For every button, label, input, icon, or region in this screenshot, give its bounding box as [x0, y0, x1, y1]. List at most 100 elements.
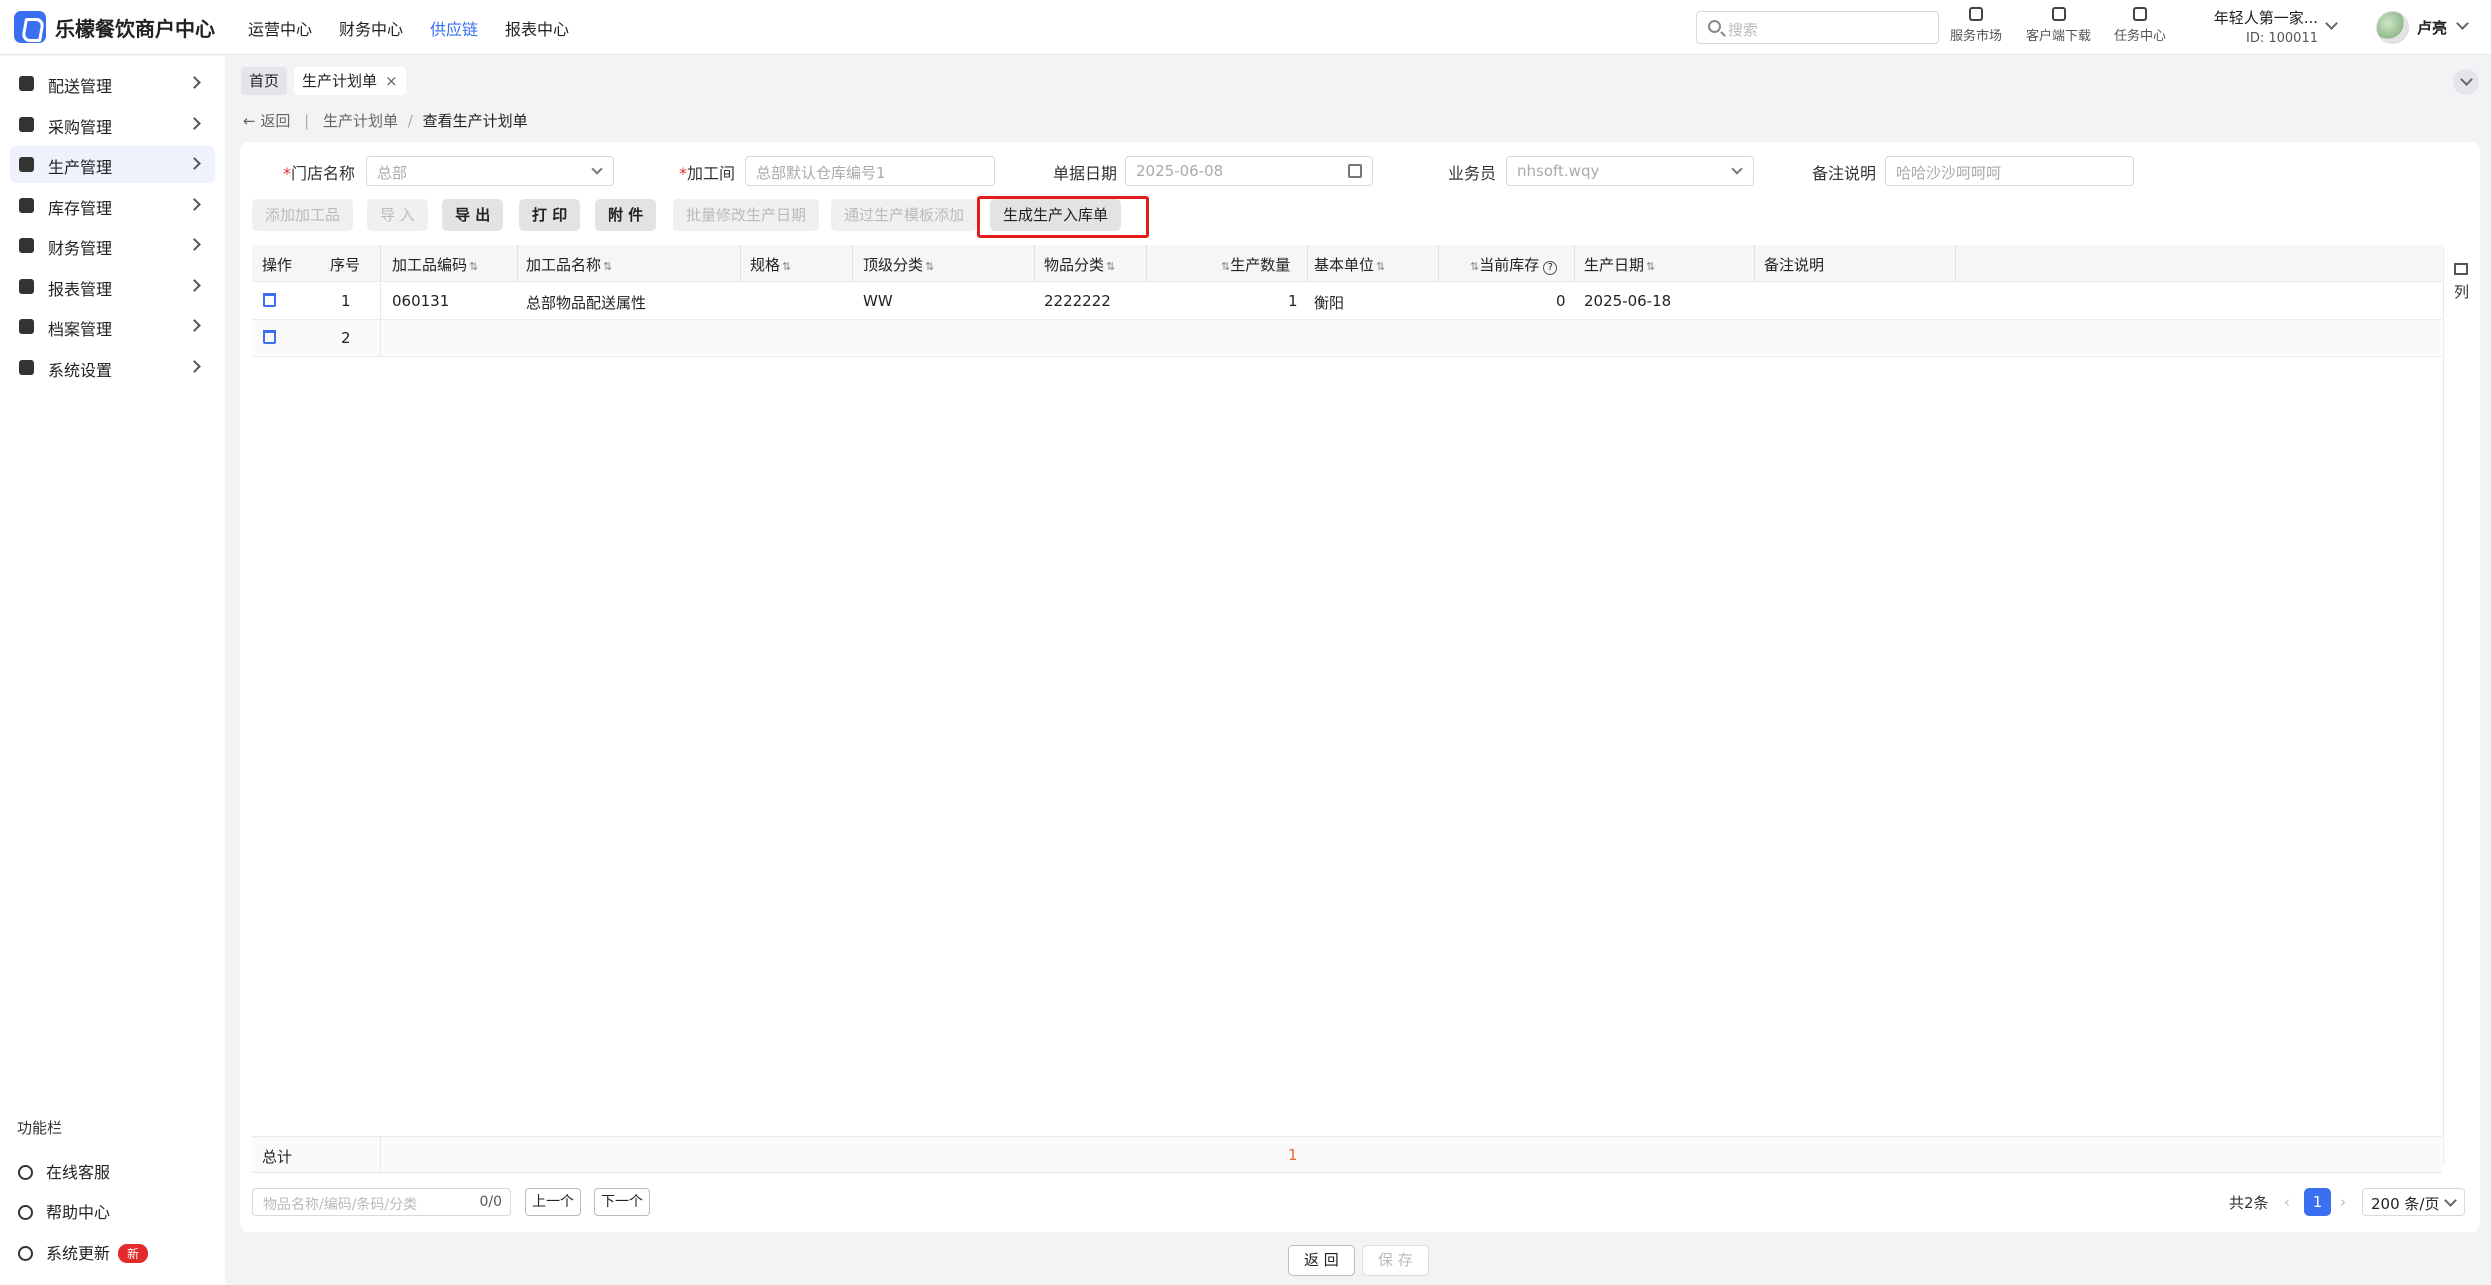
- return-button[interactable]: 返 回: [1288, 1245, 1355, 1276]
- page-size-select[interactable]: 200 条/页: [2362, 1188, 2465, 1216]
- sidebar-item-production[interactable]: 生产管理: [10, 146, 215, 183]
- col-qty[interactable]: ⇅生产数量: [1219, 254, 1290, 275]
- col-unit[interactable]: 基本单位 ⇅: [1314, 254, 1385, 275]
- function-bar-title: 功能栏: [17, 1119, 63, 1137]
- online-support-link[interactable]: 在线客服: [18, 1159, 110, 1183]
- gear-icon: [19, 360, 34, 375]
- delete-icon[interactable]: [263, 330, 276, 344]
- service-market-label: 服务市场: [1950, 29, 2003, 44]
- page-1[interactable]: 1: [2304, 1188, 2331, 1216]
- chevron-right-icon: [188, 279, 201, 292]
- remark-input[interactable]: 哈哈沙沙呵呵呵: [1885, 156, 2134, 186]
- sidebar-item-inventory[interactable]: 库存管理: [10, 187, 215, 224]
- help-center-link[interactable]: 帮助中心: [18, 1199, 110, 1223]
- back-link[interactable]: ← 返回: [243, 112, 290, 130]
- export-button[interactable]: 导 出: [442, 199, 504, 231]
- col-stock[interactable]: ⇅当前库存?: [1468, 254, 1558, 275]
- client-download-button[interactable]: 客户端下载: [2026, 7, 2091, 44]
- col-name[interactable]: 加工品名称 ⇅: [526, 254, 612, 275]
- tab-home[interactable]: 首页: [241, 67, 288, 95]
- tab-label: 生产计划单: [302, 72, 378, 90]
- tab-production-plan[interactable]: 生产计划单 ×: [294, 67, 406, 95]
- column-divider: [1307, 245, 1308, 282]
- sidebar-item-purchase[interactable]: 采购管理: [10, 106, 215, 143]
- avatar[interactable]: [2376, 11, 2409, 44]
- sidebar-item-finance[interactable]: 财务管理: [10, 227, 215, 264]
- col-spec[interactable]: 规格 ⇅: [750, 254, 791, 275]
- import-button[interactable]: 导 入: [367, 199, 428, 231]
- col-top-category[interactable]: 顶级分类 ⇅: [863, 254, 934, 275]
- sidebar-item-delivery[interactable]: 配送管理: [10, 65, 215, 102]
- archive-icon: [19, 319, 34, 334]
- sidebar-item-label: 采购管理: [48, 118, 113, 137]
- store-select[interactable]: 总部: [366, 156, 614, 186]
- add-by-template-button[interactable]: 通过生产模板添加: [831, 199, 978, 231]
- topnav-operations[interactable]: 运营中心: [248, 16, 312, 40]
- column-settings-panel[interactable]: 列: [2443, 245, 2480, 1165]
- salesman-label: 业务员: [1448, 164, 1497, 183]
- prev-match-button[interactable]: 上一个: [525, 1188, 581, 1216]
- cell-qty[interactable]: 1: [1288, 292, 1298, 310]
- cell-prod-date[interactable]: 2025-06-18: [1584, 292, 1671, 310]
- workshop-input[interactable]: 总部默认仓库编号1: [745, 156, 995, 186]
- save-button[interactable]: 保 存: [1362, 1245, 1429, 1276]
- app-logo[interactable]: 乐檬餐饮商户中心: [14, 11, 215, 43]
- breadcrumb: ← 返回 | 生产计划单 / 查看生产计划单: [243, 110, 528, 131]
- date-picker[interactable]: 2025-06-08: [1125, 156, 1373, 186]
- col-remark: 备注说明: [1764, 256, 1825, 274]
- sort-icon: ⇅: [1106, 260, 1116, 273]
- col-prod-date-label: 生产日期: [1584, 256, 1645, 274]
- tabs-collapse-button[interactable]: [2453, 69, 2479, 95]
- warehouse-icon: [19, 198, 34, 213]
- sidebar-item-archive[interactable]: 档案管理: [10, 308, 215, 345]
- date-value: 2025-06-08: [1136, 162, 1224, 180]
- close-icon[interactable]: ×: [385, 72, 398, 90]
- workshop-label: *加工间: [679, 160, 735, 184]
- column-divider: [1438, 245, 1439, 282]
- chevron-right-icon[interactable]: ›: [2340, 1193, 2346, 1211]
- column-divider: [517, 245, 518, 282]
- service-market-button[interactable]: 服务市场: [1950, 7, 2002, 44]
- topnav-supply-chain[interactable]: 供应链: [430, 16, 478, 40]
- sidebar-item-label: 库存管理: [48, 199, 113, 218]
- column-divider: [1754, 245, 1755, 282]
- next-match-button[interactable]: 下一个: [594, 1188, 650, 1216]
- task-center-button[interactable]: 任务中心: [2114, 7, 2166, 44]
- user-name[interactable]: 卢亮: [2417, 17, 2447, 38]
- column-divider: [1034, 245, 1035, 282]
- salesman-select[interactable]: nhsoft.wqy: [1506, 156, 1754, 186]
- breadcrumb-parent[interactable]: 生产计划单: [323, 112, 398, 130]
- batch-edit-date-button[interactable]: 批量修改生产日期: [673, 199, 820, 231]
- sort-icon: ⇅: [1470, 260, 1480, 273]
- total-row: 总计 1: [252, 1136, 2442, 1174]
- delete-icon[interactable]: [263, 293, 276, 307]
- org-switcher[interactable]: 年轻人第一家... ID: 100011: [2188, 7, 2318, 46]
- table-row[interactable]: 1 060131 总部物品配送属性 WW 2222222 1 衡阳 0 2025…: [252, 283, 2442, 320]
- truck-icon: [19, 76, 34, 91]
- add-item-button[interactable]: 添加加工品: [252, 199, 354, 231]
- attachment-button[interactable]: 附 件: [595, 199, 657, 231]
- system-update-link[interactable]: 系统更新新: [18, 1240, 149, 1264]
- cell-seq: 1: [341, 292, 351, 310]
- chevron-right-icon: [188, 157, 201, 170]
- global-search-input[interactable]: 搜索: [1696, 11, 1939, 44]
- system-update-label: 系统更新: [46, 1244, 111, 1263]
- cell-code: 060131: [392, 292, 450, 310]
- match-count: 0/0: [479, 1194, 502, 1210]
- chevron-down-icon[interactable]: [2325, 17, 2338, 30]
- col-category[interactable]: 物品分类 ⇅: [1044, 254, 1115, 275]
- column-settings-label: 列: [2454, 283, 2470, 301]
- sidebar-item-reports[interactable]: 报表管理: [10, 268, 215, 305]
- topnav-finance[interactable]: 财务中心: [339, 16, 403, 40]
- item-search-input[interactable]: 物品名称/编码/条码/分类 0/0: [252, 1188, 511, 1216]
- table-row[interactable]: 2: [252, 320, 2442, 357]
- topnav-reports[interactable]: 报表中心: [505, 16, 569, 40]
- chevron-down-icon[interactable]: [2456, 17, 2469, 30]
- question-icon[interactable]: ?: [1543, 261, 1558, 275]
- col-prod-date[interactable]: 生产日期 ⇅: [1584, 254, 1655, 275]
- sidebar-item-settings[interactable]: 系统设置: [10, 349, 215, 386]
- cell-seq: 2: [341, 329, 351, 347]
- print-button[interactable]: 打 印: [519, 199, 581, 231]
- chevron-left-icon[interactable]: ‹: [2284, 1193, 2290, 1211]
- col-code[interactable]: 加工品编码 ⇅: [392, 254, 478, 275]
